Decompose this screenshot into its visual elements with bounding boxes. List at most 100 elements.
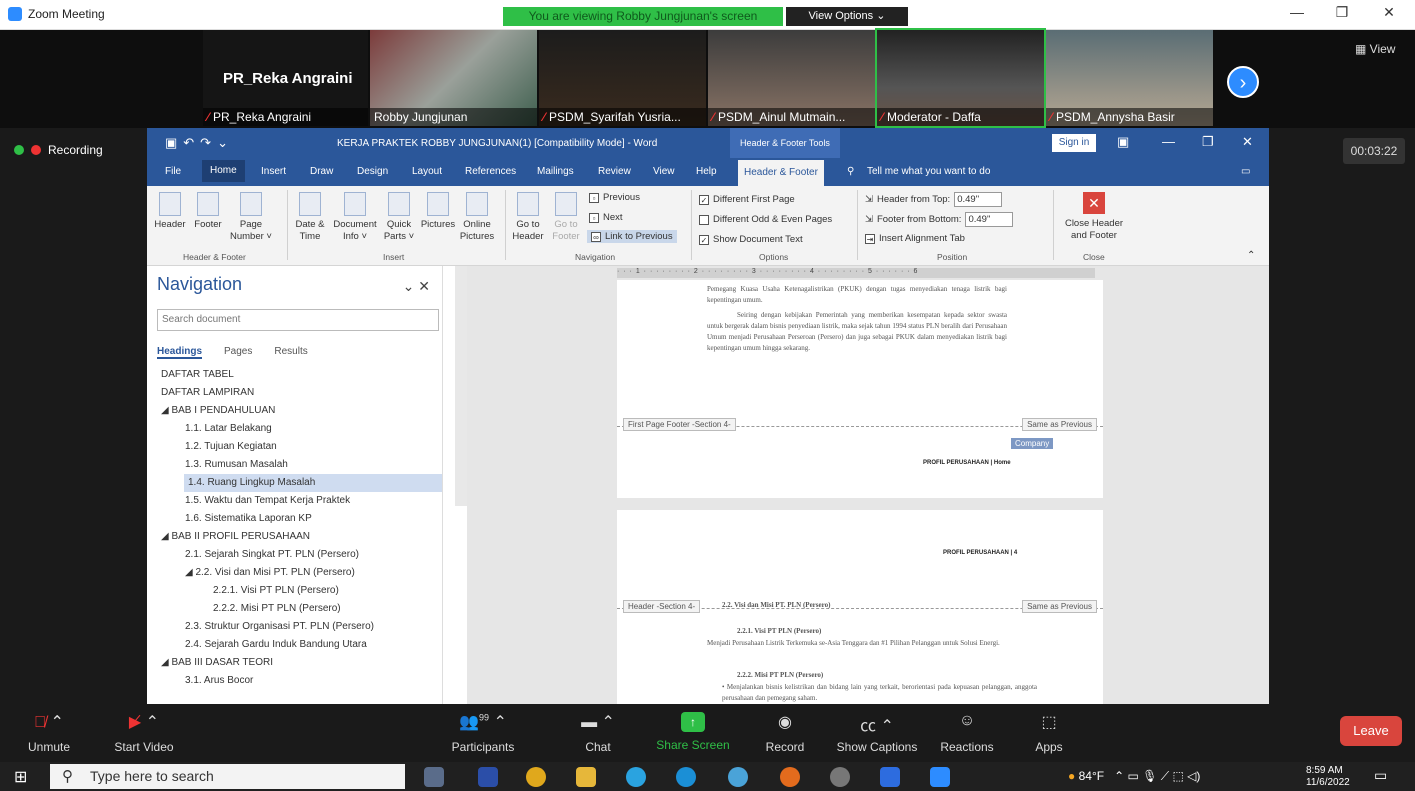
- share-screen-button[interactable]: ↑ Share Screen: [654, 712, 732, 752]
- app-icon[interactable]: [728, 767, 748, 787]
- start-video-button[interactable]: ▶̸ ⌃ Start Video: [108, 712, 180, 754]
- nav-heading-item[interactable]: 1.5. Waktu dan Tempat Kerja Praktek: [147, 492, 443, 510]
- restore-icon[interactable]: ❐: [1202, 134, 1214, 150]
- nav-heading-item[interactable]: ◢ BAB I PENDAHULUAN: [147, 402, 443, 420]
- close-icon[interactable]: ✕: [1242, 134, 1253, 150]
- restore-icon[interactable]: ❐: [1327, 4, 1357, 21]
- participant-tile[interactable]: ⁄ PSDM_Syarifah Yusria...: [539, 30, 706, 126]
- collapse-ribbon-icon[interactable]: ⌃: [1247, 250, 1255, 261]
- tab-view[interactable]: View: [653, 166, 675, 177]
- footer-button[interactable]: Footer: [191, 192, 225, 231]
- tab-design[interactable]: Design: [357, 166, 388, 177]
- goto-header-button[interactable]: Go to Header: [511, 192, 545, 243]
- taskbar-clock[interactable]: 8:59 AM 11/6/2022: [1306, 765, 1350, 789]
- nav-heading-item[interactable]: 2.1. Sejarah Singkat PT. PLN (Persero): [147, 546, 443, 564]
- participant-tile[interactable]: ⁄ PSDM_Ainul Mutmain...: [708, 30, 875, 126]
- obs-icon[interactable]: [830, 767, 850, 787]
- different-first-page-checkbox[interactable]: ✓ Different First Page: [699, 194, 795, 205]
- tab-help[interactable]: Help: [696, 166, 717, 177]
- tab-header-footer[interactable]: Header & Footer: [738, 160, 824, 186]
- page-number-button[interactable]: Page Number ˅: [229, 192, 273, 243]
- apps-button[interactable]: ⬚ Apps: [1032, 712, 1066, 754]
- online-pictures-button[interactable]: Online Pictures: [457, 192, 497, 243]
- next-button[interactable]: ▫ Next: [589, 212, 623, 223]
- pen-app-icon[interactable]: [478, 767, 498, 787]
- nav-heading-item[interactable]: 1.3. Rumusan Masalah: [147, 456, 443, 474]
- nav-heading-item[interactable]: 2.2.2. Misi PT PLN (Persero): [147, 600, 443, 618]
- recording-indicator[interactable]: Recording: [14, 143, 103, 157]
- nav-heading-item[interactable]: 1.4. Ruang Lingkup Masalah: [184, 474, 442, 492]
- footer-from-bottom-field[interactable]: ⇲ Footer from Bottom: 0.49": [865, 212, 1014, 227]
- nav-heading-item[interactable]: 2.3. Struktur Organisasi PT. PLN (Perser…: [147, 618, 443, 636]
- tab-draw[interactable]: Draw: [310, 166, 333, 177]
- nav-heading-item[interactable]: DAFTAR TABEL: [147, 366, 443, 384]
- tab-layout[interactable]: Layout: [412, 166, 442, 177]
- firefox-icon[interactable]: [780, 767, 800, 787]
- tab-pages[interactable]: Pages: [224, 346, 252, 359]
- tell-me-search[interactable]: Tell me what you want to do: [867, 166, 990, 177]
- tab-file[interactable]: File: [165, 166, 181, 177]
- participant-tile-active[interactable]: ⁄ Moderator - Daffa: [875, 28, 1046, 128]
- previous-button[interactable]: ▫ Previous: [589, 192, 640, 203]
- app-icon[interactable]: [880, 767, 900, 787]
- next-page-button[interactable]: ›: [1227, 66, 1259, 98]
- taskbar-search[interactable]: ⚲ Type here to search: [50, 764, 405, 789]
- notification-icon[interactable]: ▭: [1374, 767, 1387, 784]
- tab-insert[interactable]: Insert: [261, 166, 286, 177]
- chat-button[interactable]: ▬ ⌃ Chat: [578, 712, 618, 754]
- different-odd-even-checkbox[interactable]: Different Odd & Even Pages: [699, 214, 832, 225]
- task-view-icon[interactable]: [424, 767, 444, 787]
- edge-icon[interactable]: [676, 767, 696, 787]
- windows-start-icon[interactable]: ⊞: [14, 767, 27, 787]
- close-icon[interactable]: ✕: [1374, 4, 1404, 21]
- document-info-button[interactable]: Document Info ˅: [331, 192, 379, 243]
- nav-heading-item[interactable]: 2.4. Sejarah Gardu Induk Bandung Utara: [147, 636, 443, 654]
- tab-mailings[interactable]: Mailings: [537, 166, 574, 177]
- link-to-previous-button[interactable]: ∞ Link to Previous: [587, 230, 677, 243]
- file-explorer-icon[interactable]: [576, 767, 596, 787]
- sign-in-button[interactable]: Sign in: [1052, 134, 1096, 152]
- nav-heading-item[interactable]: ◢ 2.2. Visi dan Misi PT. PLN (Persero): [147, 564, 443, 582]
- close-header-footer-button[interactable]: ✕ Close Header and Footer: [1059, 192, 1129, 242]
- nav-heading-item[interactable]: 1.1. Latar Belakang: [147, 420, 443, 438]
- zoom-taskbar-icon[interactable]: [930, 767, 950, 787]
- view-options-button[interactable]: View Options ⌄: [786, 7, 908, 26]
- record-button[interactable]: ◉ Record: [762, 712, 808, 754]
- participant-tile[interactable]: Robby Jungjunan: [370, 30, 537, 126]
- view-button[interactable]: ▦ View: [1355, 42, 1395, 56]
- leave-button[interactable]: Leave: [1340, 716, 1402, 746]
- tab-home[interactable]: Home: [202, 160, 245, 182]
- minimize-icon[interactable]: —: [1282, 4, 1312, 20]
- nav-close-icon[interactable]: ⌄ ✕: [403, 278, 430, 295]
- footer-text[interactable]: PROFIL PERUSAHAAN | Home: [923, 460, 1011, 466]
- tab-headings[interactable]: Headings: [157, 346, 203, 359]
- minimize-icon[interactable]: —: [1162, 134, 1175, 149]
- tab-review[interactable]: Review: [598, 166, 631, 177]
- nav-heading-item[interactable]: 2.2.1. Visi PT PLN (Persero): [147, 582, 443, 600]
- participant-tile[interactable]: PR_Reka Angraini ⁄ PR_Reka Angraini: [203, 30, 368, 126]
- show-document-text-checkbox[interactable]: ✓ Show Document Text: [699, 234, 803, 245]
- goto-footer-button[interactable]: Go to Footer: [549, 192, 583, 243]
- header-button[interactable]: Header: [153, 192, 187, 231]
- participant-tile[interactable]: ⁄ PSDM_Annysha Basir: [1046, 30, 1213, 126]
- tray-icons[interactable]: ⌃ ▭ 🎙 ⟋ ⬚ ◁): [1114, 769, 1200, 783]
- comment-icon[interactable]: ▭: [1241, 166, 1250, 177]
- pictures-button[interactable]: Pictures: [419, 192, 457, 231]
- date-time-button[interactable]: Date & Time: [293, 192, 327, 243]
- search-input[interactable]: Search document: [157, 309, 439, 331]
- tab-references[interactable]: References: [465, 166, 516, 177]
- header-text[interactable]: PROFIL PERUSAHAAN | 4: [943, 550, 1017, 556]
- insert-alignment-tab-button[interactable]: ⇥ Insert Alignment Tab: [865, 233, 965, 244]
- unmute-button[interactable]: 🎙̸ ⌃ Unmute: [22, 712, 76, 754]
- reactions-button[interactable]: ☺ Reactions: [938, 712, 996, 754]
- nav-heading-item[interactable]: 1.6. Sistematika Laporan KP: [147, 510, 443, 528]
- telegram-icon[interactable]: [626, 767, 646, 787]
- tab-results[interactable]: Results: [274, 346, 307, 359]
- chrome-icon[interactable]: [526, 767, 546, 787]
- header-from-top-field[interactable]: ⇲ Header from Top: 0.49": [865, 192, 1003, 207]
- nav-heading-item[interactable]: 1.2. Tujuan Kegiatan: [147, 438, 443, 456]
- nav-heading-item[interactable]: ◢ BAB III DASAR TEORI: [147, 654, 443, 672]
- nav-heading-item[interactable]: 3.1. Arus Bocor: [147, 672, 443, 690]
- company-property-tag[interactable]: Company: [1011, 438, 1054, 449]
- participants-button[interactable]: 👥99 ⌃ Participants: [446, 712, 520, 754]
